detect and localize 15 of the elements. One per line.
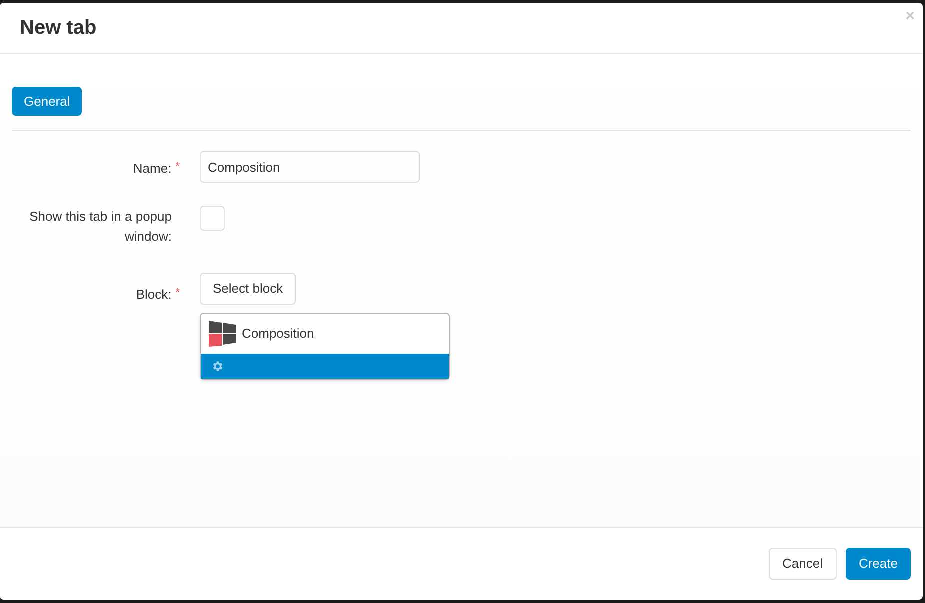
block-icon (209, 321, 237, 347)
cancel-button[interactable]: Cancel (768, 548, 837, 580)
field-label: Show this tab in a popup window: (28, 208, 172, 246)
create-button[interactable]: Create (846, 548, 911, 580)
select-block-button[interactable]: Select block (200, 273, 296, 305)
tab[interactable]: General (12, 87, 82, 116)
block-name: Composition (242, 325, 314, 344)
required-mark: * (176, 286, 180, 301)
field-label: Name: (133, 160, 172, 178)
field-label: Block: (136, 286, 172, 304)
name-field[interactable]: Composition (200, 151, 420, 183)
dialog-title: New tab (20, 16, 97, 41)
gear-icon[interactable] (211, 360, 224, 373)
required-mark: * (176, 160, 180, 175)
checkbox[interactable] (200, 206, 225, 231)
